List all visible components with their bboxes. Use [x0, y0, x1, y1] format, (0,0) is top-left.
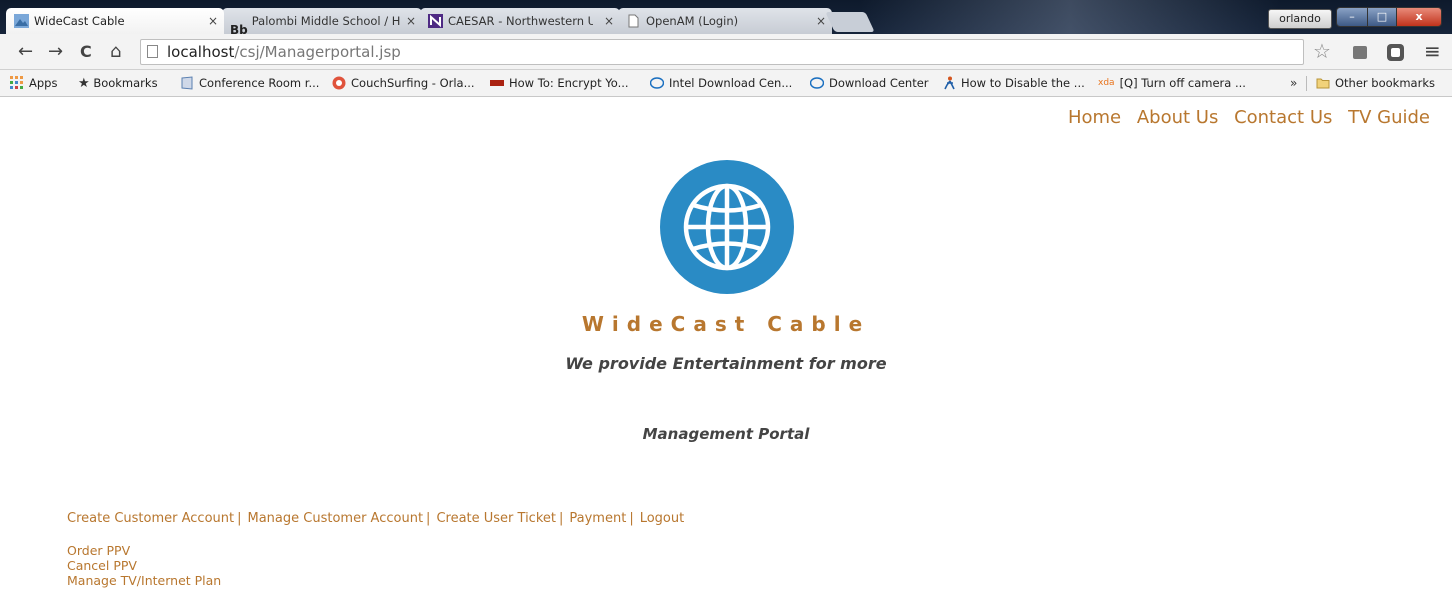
manage-customer-account-link[interactable]: Manage Customer Account	[248, 511, 424, 526]
bookmark-couchsurfing[interactable]: CouchSurfing - Orla...	[332, 70, 475, 96]
blackboard-favicon-icon: Bb	[230, 23, 248, 34]
page-info-icon[interactable]	[147, 45, 158, 58]
create-customer-account-link[interactable]: Create Customer Account	[67, 511, 234, 526]
brand-name: WideCast Cable	[581, 312, 871, 336]
apps-grid-icon	[10, 75, 23, 89]
globe-logo	[660, 160, 794, 294]
ppv-links: Order PPV Cancel PPV Manage TV/Internet …	[67, 543, 221, 588]
bookmark-disable[interactable]: How to Disable the ...	[942, 70, 1085, 96]
northwestern-favicon-icon	[428, 14, 443, 28]
payment-link[interactable]: Payment	[569, 511, 626, 526]
tab-close-icon[interactable]: ×	[604, 8, 614, 34]
bookmark-label: [Q] Turn off camera ...	[1119, 76, 1246, 90]
figure-icon	[944, 76, 955, 89]
menu-separator: |	[559, 511, 564, 526]
reload-button[interactable]: C	[80, 41, 92, 63]
menu-separator: |	[426, 511, 431, 526]
tagline: We provide Entertainment for more	[565, 354, 887, 373]
bookmark-label: Bookmarks	[93, 76, 158, 90]
star-icon: ★	[78, 76, 90, 91]
tab-close-icon[interactable]: ×	[208, 8, 218, 34]
url-path: /csj/Managerportal.jsp	[234, 43, 401, 61]
bookmarks-separator	[1306, 76, 1307, 91]
url-text: localhost/csj/Managerportal.jsp	[167, 40, 401, 64]
tab-close-icon[interactable]: ×	[816, 8, 826, 34]
nav-about-us[interactable]: About Us	[1137, 107, 1219, 128]
create-user-ticket-link[interactable]: Create User Ticket	[436, 511, 556, 526]
bookmark-label: How to Disable the ...	[961, 76, 1085, 90]
bookmark-label: How To: Encrypt Yo...	[509, 76, 629, 90]
window-controls: – □ x	[1336, 7, 1442, 27]
tab-title: WideCast Cable	[34, 14, 125, 28]
tab-title: Palombi Middle School / H	[251, 14, 401, 28]
tab-caesar[interactable]: CAESAR - Northwestern U ×	[420, 8, 620, 34]
nav-home[interactable]: Home	[1068, 107, 1121, 128]
bookmark-download-center[interactable]: Download Center	[810, 70, 929, 96]
tab-strip: WideCast Cable × BbPalombi Middle School…	[0, 0, 1452, 34]
cancel-ppv-link[interactable]: Cancel PPV	[67, 558, 221, 573]
minimize-button[interactable]: –	[1336, 7, 1368, 27]
top-navigation: Home About Us Contact Us TV Guide	[1058, 107, 1430, 128]
folder-icon	[1316, 78, 1330, 88]
menu-separator: |	[237, 511, 242, 526]
extension-icon[interactable]	[1353, 46, 1367, 59]
bookmark-apps[interactable]: Apps	[10, 70, 57, 96]
tab-title: OpenAM (Login)	[646, 14, 739, 28]
tabstrip-glow	[860, 0, 1280, 34]
bookmark-label: CouchSurfing - Orla...	[351, 76, 475, 90]
bookmark-conference-room[interactable]: Conference Room r...	[180, 70, 319, 96]
bookmarks-overflow-icon[interactable]: »	[1290, 70, 1297, 96]
bookmark-label: Conference Room r...	[199, 76, 320, 90]
page-favicon-icon	[628, 14, 639, 28]
couchsurfing-icon	[332, 76, 346, 89]
nav-tv-guide[interactable]: TV Guide	[1348, 107, 1430, 128]
tab-close-icon[interactable]: ×	[406, 8, 416, 34]
portal-menu: Create Customer Account | Manage Customer …	[67, 511, 684, 526]
section-title: Management Portal	[642, 425, 810, 443]
bookmark-label: Other bookmarks	[1335, 76, 1435, 90]
home-button[interactable]: ⌂	[110, 41, 121, 63]
url-host: localhost	[167, 43, 235, 61]
bookmark-turn-off-camera[interactable]: xda [Q] Turn off camera ...	[1098, 70, 1246, 96]
profile-button[interactable]: orlando	[1268, 9, 1332, 29]
order-ppv-link[interactable]: Order PPV	[67, 543, 221, 558]
browser-toolbar: ← → C ⌂ localhost/csj/Managerportal.jsp …	[0, 34, 1452, 70]
bookmarks-bar: Apps ★ Bookmarks Conference Room r... Co…	[0, 70, 1452, 97]
intel-icon	[810, 76, 824, 89]
bookmark-star-icon[interactable]: ☆	[1313, 40, 1331, 62]
tab-openam[interactable]: OpenAM (Login) ×	[618, 8, 832, 34]
close-window-button[interactable]: x	[1396, 7, 1442, 27]
back-button[interactable]: ←	[18, 41, 33, 63]
logout-link[interactable]: Logout	[640, 511, 685, 526]
extension-icon[interactable]	[1387, 44, 1404, 61]
tab-widecast[interactable]: WideCast Cable ×	[6, 8, 224, 34]
maximize-button[interactable]: □	[1367, 7, 1397, 27]
forward-button[interactable]: →	[48, 41, 63, 63]
globe-icon	[683, 183, 771, 271]
widecast-favicon-icon	[14, 14, 29, 28]
bookmark-encrypt[interactable]: How To: Encrypt Yo...	[490, 70, 629, 96]
address-bar[interactable]: localhost/csj/Managerportal.jsp	[140, 39, 1304, 65]
nav-contact-us[interactable]: Contact Us	[1234, 107, 1332, 128]
xda-icon: xda	[1098, 77, 1115, 88]
tab-palombi[interactable]: BbPalombi Middle School / H ×	[222, 8, 422, 34]
menu-separator: |	[629, 511, 634, 526]
chrome-menu-icon[interactable]: ≡	[1424, 38, 1441, 64]
bookmark-label: Download Center	[829, 76, 929, 90]
wpc-icon	[490, 79, 504, 86]
tab-title: CAESAR - Northwestern U	[448, 14, 593, 28]
bookmark-label: Apps	[29, 76, 58, 90]
manage-plan-link[interactable]: Manage TV/Internet Plan	[67, 573, 221, 588]
calendar-icon	[181, 75, 193, 90]
intel-icon	[650, 76, 664, 89]
other-bookmarks-button[interactable]: Other bookmarks	[1316, 70, 1435, 96]
bookmark-intel-download[interactable]: Intel Download Cen...	[650, 70, 792, 96]
bookmark-bookmarks[interactable]: ★ Bookmarks	[78, 70, 158, 96]
bookmark-label: Intel Download Cen...	[669, 76, 793, 90]
